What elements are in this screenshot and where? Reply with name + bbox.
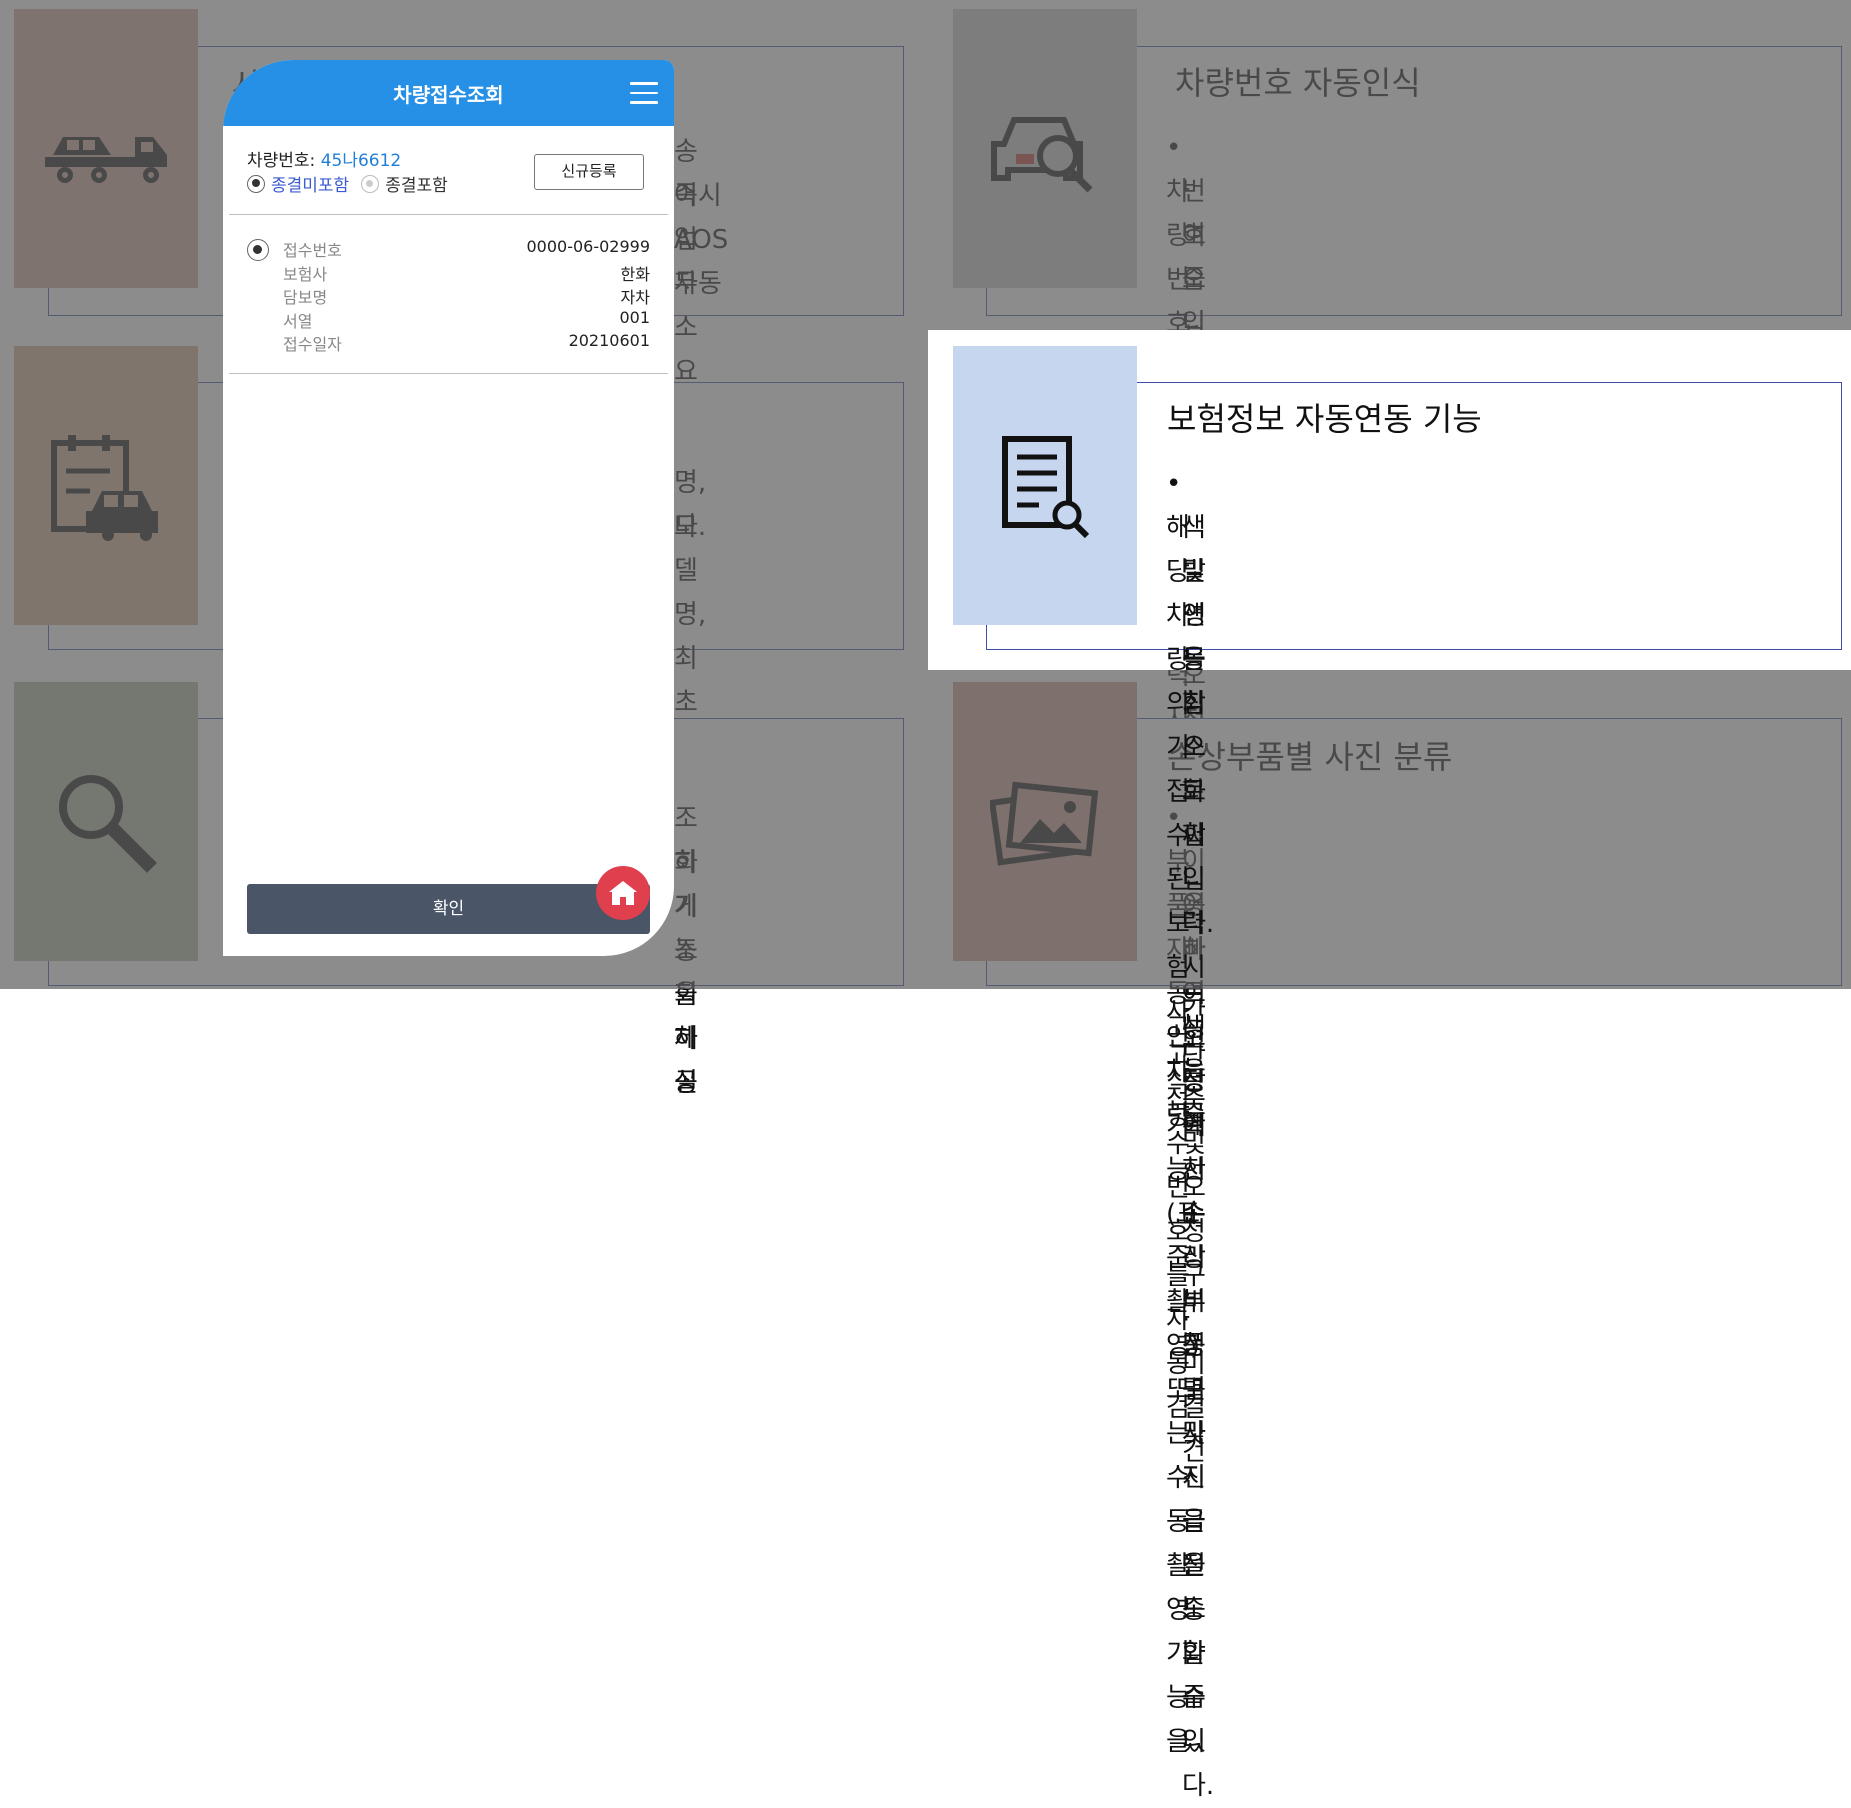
divider xyxy=(229,373,668,374)
receipt-select-radio[interactable] xyxy=(247,239,269,261)
tow-truck-icon xyxy=(45,136,167,183)
card-image xyxy=(14,9,198,288)
car-number-row: 차량번호: 45나6612 xyxy=(247,146,401,171)
radio-closed[interactable] xyxy=(361,174,380,193)
card-desc-line: 발생을 최소화합니다. xyxy=(1182,557,1215,939)
field-value: 자차 xyxy=(620,288,650,307)
phone-mockup: 차량접수조회 차량번호: 45나6612 종결미포함 종결포함 신규등록 접수번… xyxy=(223,60,674,956)
radio-unclosed[interactable] xyxy=(247,174,265,193)
car-document-icon xyxy=(51,434,158,541)
app-title: 차량접수조회 xyxy=(393,83,504,107)
field-value: 0000-06-02999 xyxy=(526,237,650,256)
detail-row: 접수일자 20210601 xyxy=(247,331,650,355)
divider xyxy=(229,214,668,215)
card-image xyxy=(953,346,1137,625)
home-icon xyxy=(609,881,637,905)
radio-unclosed-label[interactable]: 종결미포함 xyxy=(271,171,349,196)
field-label: 접수번호 xyxy=(283,241,342,260)
receipt-item[interactable]: 접수번호 0000-06-02999 보험사 한화 담보명 자차 서열 001 접수일자… xyxy=(247,237,650,355)
card-title: 보험정보 자동연동 기능 xyxy=(1167,400,1482,438)
radio-closed-label[interactable]: 종결포함 xyxy=(385,171,448,196)
closed-filter-group: 종결미포함 종결포함 xyxy=(247,171,448,196)
document-search-icon xyxy=(1002,435,1090,538)
detail-row: 접수번호 0000-06-02999 xyxy=(247,237,650,261)
card-title: 차량번호 자동인식 xyxy=(1175,64,1421,102)
magnifier-icon xyxy=(59,774,157,873)
detail-row: 서열 001 xyxy=(247,308,650,332)
field-value: 001 xyxy=(619,307,650,327)
card-image xyxy=(953,682,1137,961)
card-desc-line: 하게 조회하실 xyxy=(674,848,698,1098)
field-label: 접수일자 xyxy=(283,335,342,354)
card-image xyxy=(14,682,198,961)
hamburger-menu-icon[interactable] xyxy=(630,82,658,106)
home-button[interactable] xyxy=(596,866,650,920)
field-value: 한화 xyxy=(620,264,650,284)
app-header: 차량접수조회 xyxy=(223,60,674,126)
card-image xyxy=(14,346,198,625)
photos-icon xyxy=(990,781,1099,866)
car-number-value: 45나6612 xyxy=(320,151,402,171)
detail-row: 담보명 자차 xyxy=(247,284,650,308)
card-image xyxy=(953,9,1137,288)
card-desc-line: 다. xyxy=(674,512,707,542)
field-value: 20210601 xyxy=(568,331,650,350)
field-label: 담보명 xyxy=(283,288,328,307)
field-label: 서열 xyxy=(283,311,313,331)
confirm-button[interactable]: 확인 xyxy=(247,884,650,934)
detail-row: 보험사 한화 xyxy=(247,261,650,285)
field-label: 보험사 xyxy=(283,264,328,284)
car-number-label: 차량번호: xyxy=(247,151,321,171)
car-scan-icon xyxy=(991,116,1093,192)
new-register-button[interactable]: 신규등록 xyxy=(534,154,644,190)
